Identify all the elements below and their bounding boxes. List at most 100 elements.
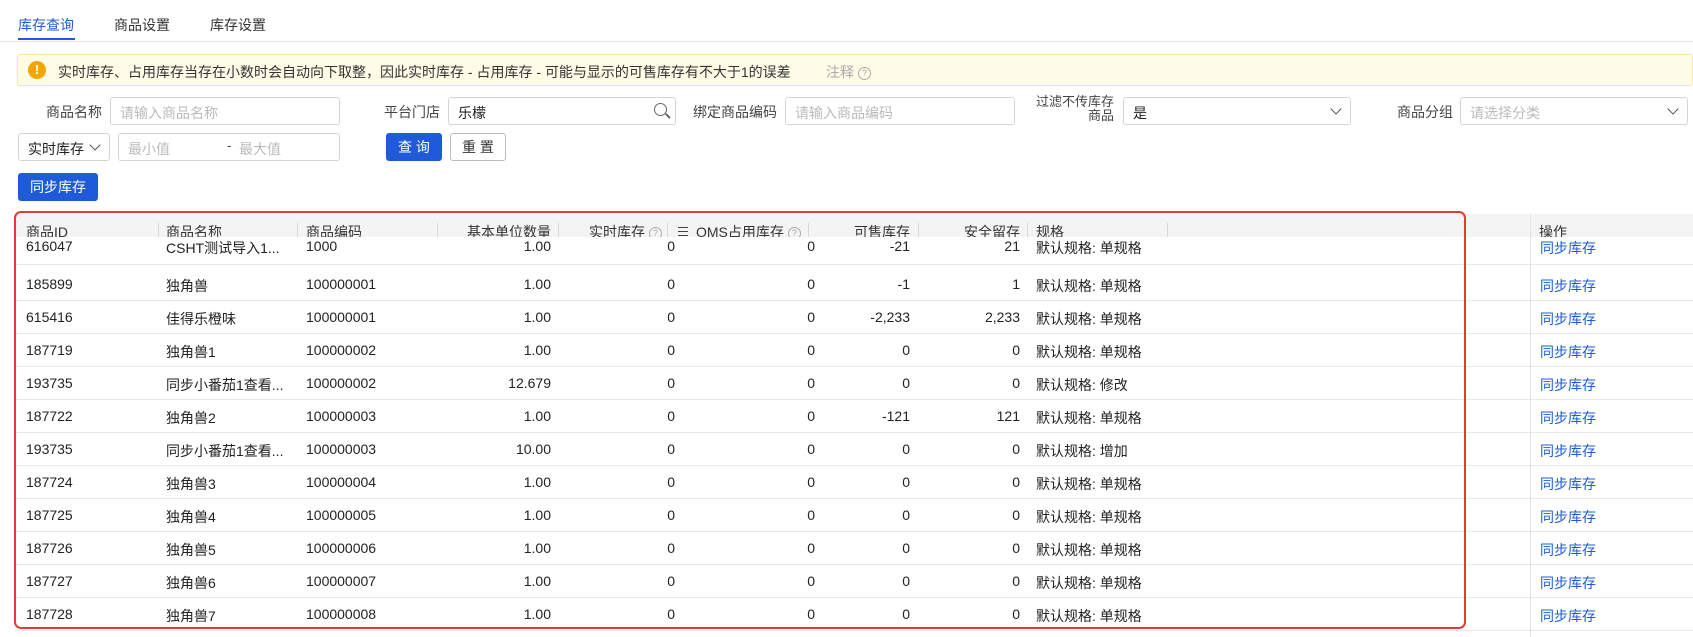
column-resize-handle[interactable] (297, 223, 298, 237)
cell-realtime-stock: 0 (667, 342, 675, 358)
cell-product-code: 100000005 (306, 507, 377, 523)
cell-product-id: 193735 (26, 375, 73, 391)
cell-product-name: 独角兽3 (166, 476, 216, 492)
help-icon[interactable]: ? (858, 67, 871, 80)
sync-stock-link[interactable]: 同步库存 (1540, 540, 1596, 560)
table-row: 193735 同步小番茄1查看... 100000003 10.00 0 0 0 0 默认规格:… (15, 433, 1693, 466)
max-value-input[interactable]: 最大值 (239, 139, 281, 159)
sync-stock-link[interactable]: 同步库存 (1540, 573, 1596, 593)
stock-range-input[interactable]: 最小值 - 最大值 (118, 133, 340, 161)
sync-stock-link[interactable]: 同步库存 (1540, 474, 1596, 494)
column-resize-handle[interactable] (158, 223, 159, 237)
cell-product-id: 616047 (26, 238, 73, 254)
column-resize-handle[interactable] (808, 223, 809, 237)
table-row: 193735 同步小番茄1查看... 100000002 12.679 0 0 0 0 默认规格… (15, 367, 1693, 400)
cell-spec: 默认规格: 单规格 (1036, 542, 1142, 558)
column-resize-handle[interactable] (918, 223, 919, 237)
cell-oms-occupied-stock: 0 (807, 342, 815, 358)
cell-oms-occupied-stock: 0 (807, 606, 815, 622)
sync-stock-link[interactable]: 同步库存 (1540, 606, 1596, 626)
cell-base-qty: 1.00 (523, 540, 551, 556)
product-group-select[interactable]: 请选择分类 (1460, 97, 1688, 125)
table-row: 187724 独角兽3 100000004 1.00 0 0 0 0 默认规格: 单规格 同步库存 (15, 466, 1693, 499)
range-separator: - (227, 137, 232, 153)
notice-note[interactable]: 注释? (826, 62, 871, 82)
cell-spec: 默认规格: 单规格 (1036, 344, 1142, 360)
product-name-input[interactable]: 请输入商品名称 (110, 97, 340, 125)
cell-product-code: 100000007 (306, 573, 377, 589)
cell-sellable-stock: 0 (902, 507, 910, 523)
table-row: 615416 佳得乐橙味 100000001 1.00 0 0 -2,233 2,233 默认规… (15, 301, 1693, 334)
cell-product-name: 同步小番茄1查看... (166, 377, 284, 393)
cell-realtime-stock: 0 (667, 441, 675, 457)
cell-product-id: 193735 (26, 441, 73, 457)
tab-stock-query[interactable]: 库存查询 (18, 15, 74, 35)
table-row: 187726 独角兽5 100000006 1.00 0 0 0 0 默认规格: 单规格 同步库存 (15, 532, 1693, 565)
query-button[interactable]: 查 询 (386, 133, 442, 161)
column-resize-handle[interactable] (558, 223, 559, 237)
cell-product-name: 独角兽5 (166, 542, 216, 558)
cell-product-id: 187724 (26, 474, 73, 490)
cell-safety-stock: 2,233 (984, 309, 1020, 325)
stock-type-select[interactable]: 实时库存 (18, 133, 110, 161)
cell-sellable-stock: -21 (889, 238, 910, 254)
cell-realtime-stock: 0 (667, 309, 675, 325)
column-resize-handle[interactable] (437, 223, 438, 237)
column-resize-handle[interactable] (667, 223, 668, 237)
cell-base-qty: 1.00 (523, 474, 551, 490)
menu-icon[interactable] (678, 227, 688, 236)
sync-stock-link[interactable]: 同步库存 (1540, 408, 1596, 428)
cell-realtime-stock: 0 (667, 540, 675, 556)
table-row: 616047 CSHT测试导入1... 1000 1.00 0 0 -21 21 默认规格: 单… (15, 237, 1693, 265)
table-row: 187728 独角兽7 100000008 1.00 0 0 0 0 默认规格: 单规格 同步库存 (15, 598, 1693, 631)
cell-product-id: 187728 (26, 606, 73, 622)
cell-realtime-stock: 0 (667, 606, 675, 622)
cell-base-qty: 12.679 (508, 375, 551, 391)
filter-no-stock-label: 过滤不传库存 商品 (1035, 94, 1114, 123)
min-value-input[interactable]: 最小值 (128, 141, 170, 157)
cell-safety-stock: 0 (1012, 507, 1020, 523)
cell-product-name: 独角兽6 (166, 575, 216, 591)
cell-oms-occupied-stock: 0 (807, 474, 815, 490)
cell-spec: 默认规格: 增加 (1036, 443, 1128, 459)
column-resize-handle[interactable] (1027, 223, 1028, 237)
sync-stock-link[interactable]: 同步库存 (1540, 342, 1596, 362)
sync-stock-button[interactable]: 同步库存 (18, 173, 98, 201)
cell-product-id: 187727 (26, 573, 73, 589)
cell-realtime-stock: 0 (667, 375, 675, 391)
cell-realtime-stock: 0 (667, 507, 675, 523)
cell-sellable-stock: 0 (902, 342, 910, 358)
cell-spec: 默认规格: 单规格 (1036, 278, 1142, 294)
cell-safety-stock: 0 (1012, 606, 1020, 622)
cell-product-name: 独角兽7 (166, 608, 216, 624)
cell-product-code: 100000008 (306, 606, 377, 622)
bind-code-label: 绑定商品编码 (693, 104, 777, 120)
cell-sellable-stock: -121 (881, 408, 910, 424)
column-resize-handle[interactable] (1167, 223, 1168, 237)
sync-stock-link[interactable]: 同步库存 (1540, 507, 1596, 527)
cell-realtime-stock: 0 (667, 474, 675, 490)
search-icon[interactable] (654, 103, 667, 116)
sync-stock-link[interactable]: 同步库存 (1540, 238, 1596, 258)
tab-stock-settings[interactable]: 库存设置 (210, 15, 266, 35)
cell-product-id: 187726 (26, 540, 73, 556)
bind-code-input[interactable]: 请输入商品编码 (785, 97, 1015, 125)
chevron-down-icon (1667, 103, 1679, 115)
cell-product-id: 615416 (26, 309, 73, 325)
cell-sellable-stock: 0 (902, 375, 910, 391)
filter-no-stock-select[interactable]: 是 (1123, 97, 1351, 125)
store-input[interactable]: 乐檬 (448, 97, 676, 125)
cell-product-code: 100000002 (306, 342, 377, 358)
sync-stock-link[interactable]: 同步库存 (1540, 309, 1596, 329)
sync-stock-link[interactable]: 同步库存 (1540, 276, 1596, 296)
tab-product-settings[interactable]: 商品设置 (114, 15, 170, 35)
notice-bar: ! 实时库存、占用库存当存在小数时会自动向下取整，因此实时库存 - 占用库存 -… (17, 54, 1693, 86)
cell-realtime-stock: 0 (667, 276, 675, 292)
cell-sellable-stock: -1 (897, 276, 910, 292)
cell-base-qty: 1.00 (523, 309, 551, 325)
sync-stock-link[interactable]: 同步库存 (1540, 441, 1596, 461)
sync-stock-link[interactable]: 同步库存 (1540, 375, 1596, 395)
cell-spec: 默认规格: 单规格 (1036, 476, 1142, 492)
active-tab-indicator (18, 38, 75, 40)
reset-button[interactable]: 重 置 (450, 133, 506, 161)
